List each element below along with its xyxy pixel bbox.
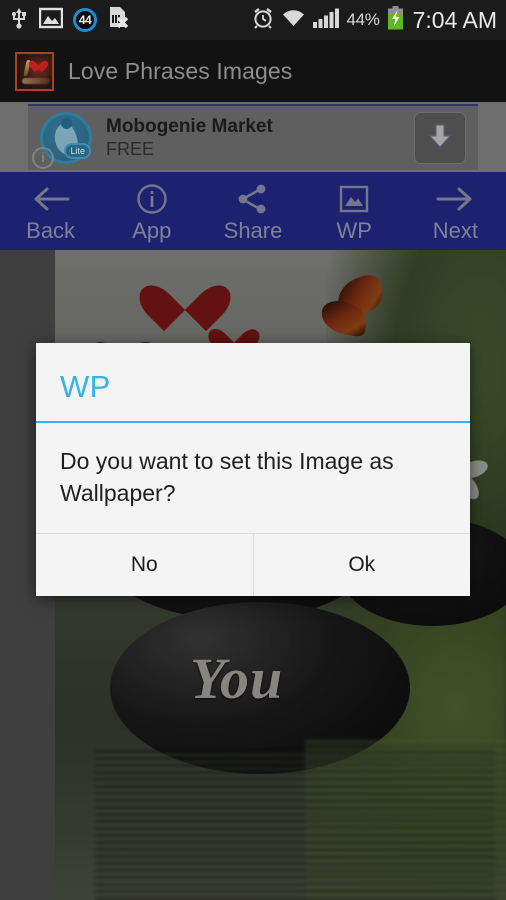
ad-banner-area: Lite Mobogenie Market FREE i xyxy=(0,102,506,172)
ad-banner[interactable]: Lite Mobogenie Market FREE i xyxy=(28,104,478,170)
ad-title: Mobogenie Market xyxy=(106,116,273,137)
app-screen: Love You xyxy=(0,0,506,900)
app-bar: Love Phrases Images xyxy=(0,40,506,102)
picture-icon xyxy=(38,7,64,34)
info-circle-icon xyxy=(136,182,168,216)
ad-logo-badge: Lite xyxy=(64,143,91,159)
arrow-left-icon xyxy=(32,182,70,216)
battery-percent-label: 44% xyxy=(346,10,380,29)
status-bar-left-icons: 44 xyxy=(0,6,129,34)
nav-item-back[interactable]: Back xyxy=(0,172,101,250)
share-icon xyxy=(237,182,269,216)
page-title: Love Phrases Images xyxy=(68,57,293,84)
dialog-title-area: WP xyxy=(36,343,470,421)
sd-card-removed-icon xyxy=(107,6,129,34)
dialog-message: Do you want to set this Image as Wallpap… xyxy=(60,448,394,506)
dialog-no-button[interactable]: No xyxy=(36,534,253,596)
dialog-button-row: No Ok xyxy=(36,534,470,596)
download-progress-icon: 44 xyxy=(73,8,97,32)
ad-download-button[interactable] xyxy=(414,112,466,164)
ad-subtitle: FREE xyxy=(106,139,155,159)
nav-label-wp: WP xyxy=(336,218,372,243)
nav-label-share: Share xyxy=(223,218,283,243)
ad-info-badge[interactable]: i xyxy=(32,147,54,169)
picture-frame-icon xyxy=(339,182,369,216)
battery-charging-icon xyxy=(387,5,404,35)
dialog-title: WP xyxy=(60,369,111,404)
usb-icon xyxy=(9,7,29,34)
nav-item-app[interactable]: App xyxy=(101,172,202,250)
download-arrow-icon xyxy=(427,122,453,155)
status-bar: 44 44% 7:04 AM xyxy=(0,0,506,40)
wifi-icon xyxy=(281,8,306,33)
status-bar-right-icons: 44% 7:04 AM xyxy=(252,5,506,35)
nav-item-share[interactable]: Share xyxy=(202,172,303,250)
nav-item-next[interactable]: Next xyxy=(405,172,506,250)
wallpaper-confirm-dialog: WP Do you want to set this Image as Wall… xyxy=(36,343,470,596)
nav-item-wp[interactable]: WP xyxy=(304,172,405,250)
alarm-icon xyxy=(252,7,274,34)
clock-label: 7:04 AM xyxy=(412,6,497,33)
nav-label-app: App xyxy=(132,218,172,243)
arrow-right-icon xyxy=(436,182,474,216)
nav-label-back: Back xyxy=(26,218,76,243)
app-logo-icon xyxy=(15,51,54,91)
signal-icon xyxy=(313,8,340,33)
ad-text-block: Mobogenie Market FREE xyxy=(106,116,273,160)
dialog-ok-button[interactable]: Ok xyxy=(253,534,470,596)
nav-label-next: Next xyxy=(432,218,479,243)
bottom-action-bar: Back App Share WP Next xyxy=(0,172,506,250)
